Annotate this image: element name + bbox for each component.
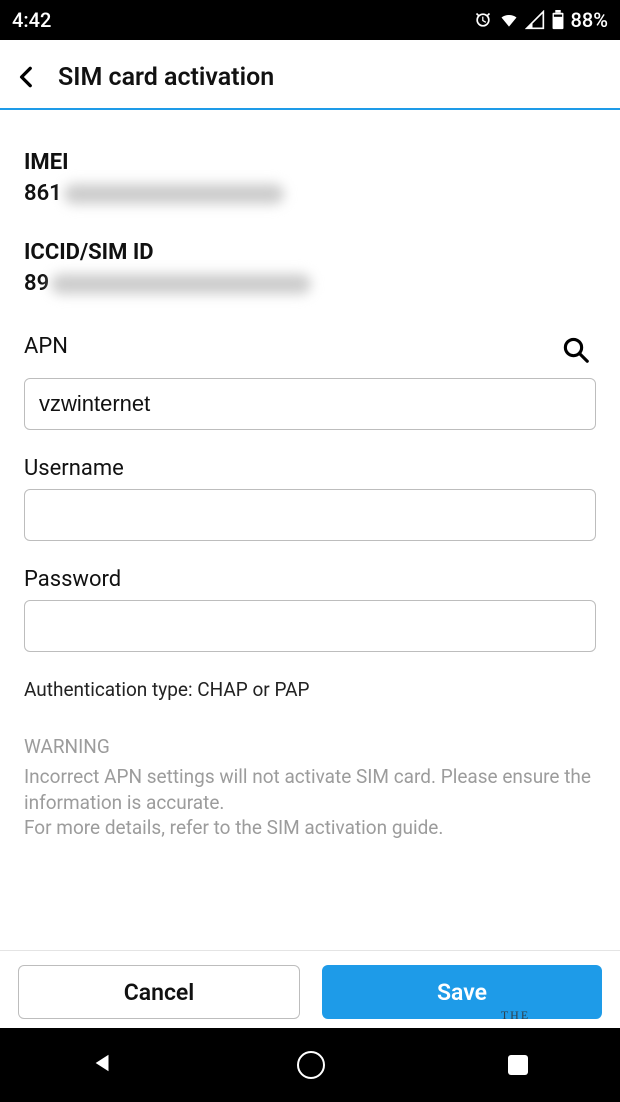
apn-label: APN [24, 334, 68, 359]
status-icons: 88% [473, 8, 608, 32]
search-icon [561, 335, 591, 365]
apn-block: APN [24, 330, 596, 430]
android-nav-bar [0, 1028, 620, 1102]
battery-percent: 88% [571, 8, 608, 32]
nav-recent-button[interactable] [508, 1055, 528, 1075]
imei-block: IMEI 861 [24, 150, 596, 206]
iccid-value: 89 [24, 271, 596, 296]
iccid-prefix: 89 [24, 271, 49, 296]
imei-value: 861 [24, 181, 596, 206]
square-icon [508, 1055, 528, 1075]
iccid-redacted [51, 274, 311, 294]
chevron-left-icon [14, 64, 40, 90]
warning-heading: WARNING [24, 735, 596, 758]
cancel-button[interactable]: Cancel [18, 965, 300, 1019]
app-header: SIM card activation [0, 46, 620, 110]
page-title: SIM card activation [58, 63, 274, 92]
warning-line2: For more details, refer to the SIM activ… [24, 815, 596, 841]
watermark-top: THE [435, 1008, 596, 1023]
nav-back-button[interactable] [92, 1052, 114, 1078]
back-button[interactable] [10, 60, 44, 94]
password-label: Password [24, 567, 596, 592]
alarm-icon [473, 10, 493, 30]
warning-block: WARNING Incorrect APN settings will not … [24, 735, 596, 841]
status-bar: 4:42 88% [0, 0, 620, 40]
wifi-icon [499, 10, 519, 30]
password-block: Password [24, 567, 596, 652]
imei-label: IMEI [24, 150, 596, 175]
signal-icon [525, 10, 545, 30]
imei-prefix: 861 [24, 181, 62, 206]
status-time: 4:42 [12, 8, 51, 32]
password-input[interactable] [24, 600, 596, 652]
warning-line1: Incorrect APN settings will not activate… [24, 764, 596, 815]
username-label: Username [24, 456, 596, 481]
imei-redacted [64, 184, 284, 204]
triangle-left-icon [92, 1052, 114, 1074]
form-content: IMEI 861 ICCID/SIM ID 89 APN Username Pa… [0, 110, 620, 841]
username-block: Username [24, 456, 596, 541]
apn-search-button[interactable] [556, 330, 596, 370]
iccid-block: ICCID/SIM ID 89 [24, 240, 596, 296]
circle-icon [297, 1051, 325, 1079]
nav-home-button[interactable] [297, 1051, 325, 1079]
username-input[interactable] [24, 489, 596, 541]
battery-icon [551, 10, 565, 30]
iccid-label: ICCID/SIM ID [24, 240, 596, 265]
auth-type-text: Authentication type: CHAP or PAP [24, 678, 596, 701]
apn-input[interactable] [24, 378, 596, 430]
